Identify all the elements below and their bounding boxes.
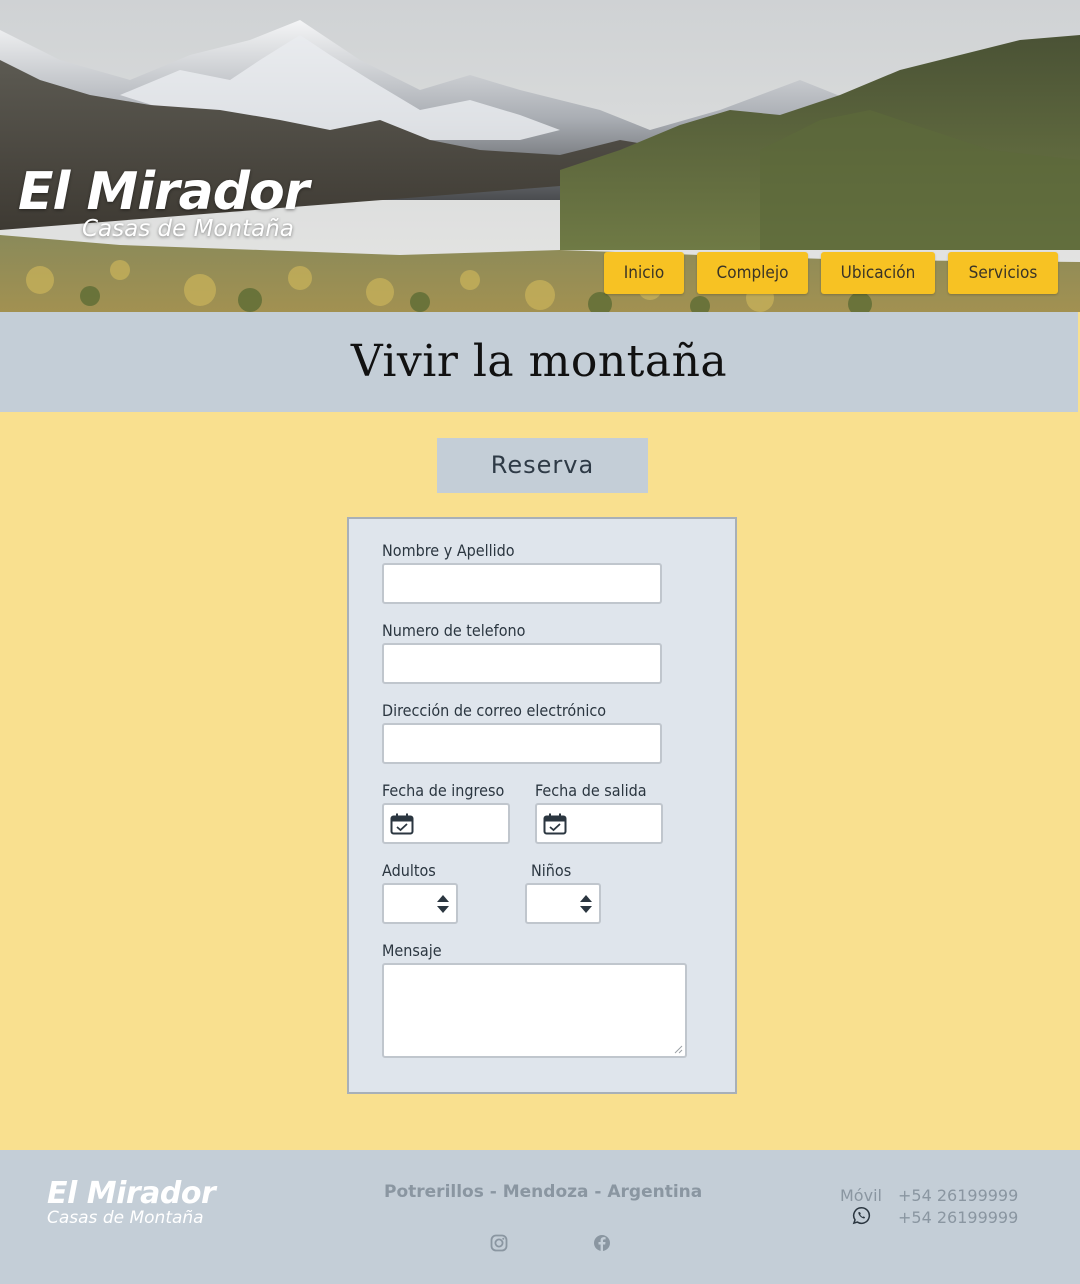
whatsapp-icon[interactable] — [852, 1206, 871, 1225]
header-brand[interactable]: El Mirador Casas de Montaña — [18, 162, 309, 242]
nav-complejo-button[interactable]: Complejo — [697, 252, 808, 294]
footer-brand-name: El Mirador — [47, 1176, 216, 1211]
phone-input[interactable] — [382, 643, 662, 684]
checkin-date-input[interactable] — [382, 803, 510, 844]
message-textarea[interactable] — [382, 963, 687, 1058]
nav-inicio-button[interactable]: Inicio — [604, 252, 684, 294]
whatsapp-row: +54 26199999 — [840, 1206, 1018, 1228]
name-label: Nombre y Apellido — [382, 541, 515, 560]
footer-brand[interactable]: El Mirador Casas de Montaña — [47, 1176, 216, 1229]
main-nav: Inicio Complejo Ubicación Servicios — [604, 252, 1058, 294]
mobile-row: Móvil +54 26199999 — [840, 1184, 1018, 1206]
footer-location: Potrerillos - Mendoza - Argentina — [384, 1182, 703, 1202]
resize-handle-icon[interactable] — [673, 1044, 683, 1054]
spinner-arrows-icon[interactable] — [579, 893, 593, 915]
adults-label: Adultos — [382, 861, 436, 880]
footer: El Mirador Casas de Montaña Potrerillos … — [0, 1150, 1080, 1284]
checkout-label: Fecha de salida — [535, 781, 647, 800]
phone-label: Numero de telefono — [382, 621, 526, 640]
email-label: Dirección de correo electrónico — [382, 701, 607, 720]
mobile-label: Móvil — [840, 1185, 882, 1205]
reservation-form: Nombre y Apellido Numero de telefono Dir… — [347, 517, 737, 1094]
tagline-heading: Vivir la montaña — [350, 336, 728, 387]
brand-name: El Mirador — [18, 162, 309, 222]
spinner-arrows-icon[interactable] — [436, 893, 450, 915]
whatsapp-number[interactable]: +54 26199999 — [898, 1208, 1018, 1227]
adults-number-input[interactable] — [382, 883, 458, 924]
children-number-input[interactable] — [525, 883, 601, 924]
children-label: Niños — [531, 861, 572, 880]
hero-header: El Mirador Casas de Montaña Inicio Compl… — [0, 0, 1080, 312]
nav-servicios-button[interactable]: Servicios — [948, 252, 1058, 294]
brand-subtitle: Casas de Montaña — [82, 216, 294, 242]
reserva-heading: Reserva — [437, 438, 648, 493]
tagline-band: Vivir la montaña — [0, 312, 1078, 412]
name-input[interactable] — [382, 563, 662, 604]
nav-ubicacion-button[interactable]: Ubicación — [821, 252, 935, 294]
footer-brand-subtitle: Casas de Montaña — [47, 1208, 204, 1228]
facebook-icon[interactable] — [593, 1234, 611, 1252]
mobile-number[interactable]: +54 26199999 — [898, 1186, 1018, 1205]
email-input[interactable] — [382, 723, 662, 764]
contact-info: Móvil +54 26199999 +54 26199999 — [840, 1184, 1018, 1228]
checkin-label: Fecha de ingreso — [382, 781, 505, 800]
message-label: Mensaje — [382, 941, 442, 960]
instagram-icon[interactable] — [490, 1234, 508, 1252]
calendar-icon[interactable] — [543, 813, 567, 835]
calendar-icon[interactable] — [390, 813, 414, 835]
checkout-date-input[interactable] — [535, 803, 663, 844]
